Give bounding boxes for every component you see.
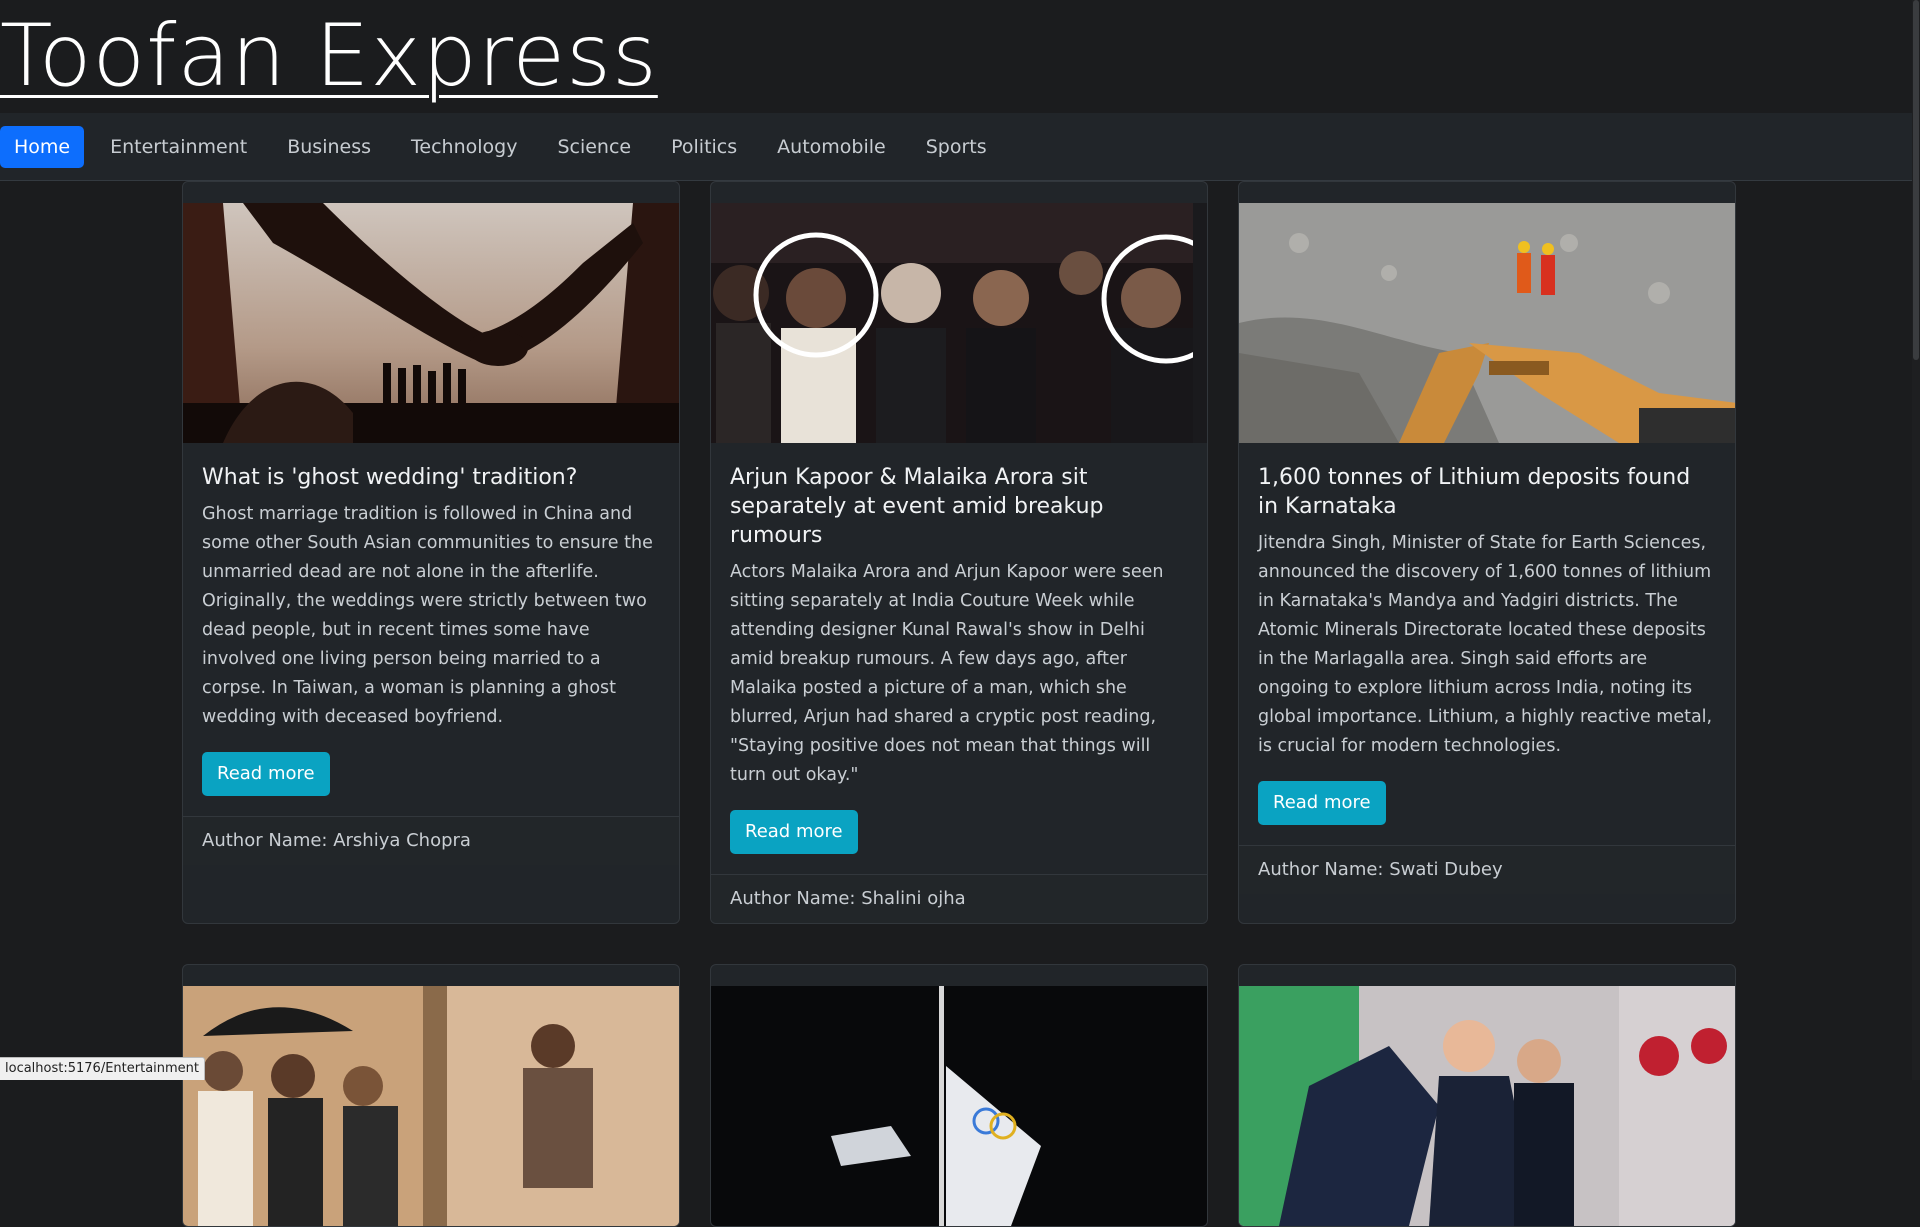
main-navbar: Home Entertainment Business Technology S…: [0, 113, 1920, 181]
nav-list: Home Entertainment Business Technology S…: [0, 113, 1920, 180]
site-title-link[interactable]: Toofan Express: [0, 6, 658, 106]
read-more-button[interactable]: Read more: [1258, 781, 1386, 825]
article-description: Ghost marriage tradition is followed in …: [202, 504, 653, 727]
status-bar-url: localhost:5176/Entertainment: [0, 1057, 206, 1080]
nav-item-automobile[interactable]: Automobile: [757, 126, 906, 168]
article-title: Arjun Kapoor & Malaika Arora sit separat…: [730, 465, 1104, 548]
read-more-button[interactable]: Read more: [730, 810, 858, 854]
article-description: Jitendra Singh, Minister of State for Ea…: [1258, 533, 1713, 756]
article-author: Author Name: Swati Dubey: [1239, 845, 1735, 894]
news-card: What is 'ghost wedding' tradition? Ghost…: [182, 181, 680, 924]
card-body: 1,600 tonnes of Lithium deposits found i…: [1239, 443, 1735, 845]
card-body: What is 'ghost wedding' tradition? Ghost…: [183, 443, 679, 816]
nav-item-technology[interactable]: Technology: [391, 126, 537, 168]
nav-item-science[interactable]: Science: [537, 126, 651, 168]
nav-item-business[interactable]: Business: [267, 126, 391, 168]
nav-item-entertainment[interactable]: Entertainment: [90, 126, 267, 168]
news-card: [1238, 964, 1736, 1227]
nav-item-sports[interactable]: Sports: [906, 126, 1007, 168]
page-scrollbar[interactable]: [1912, 0, 1920, 1080]
article-author: Author Name: Shalini ojha: [711, 874, 1207, 923]
article-description: Actors Malaika Arora and Arjun Kapoor we…: [730, 562, 1164, 785]
scrollbar-thumb[interactable]: [1913, 0, 1919, 360]
news-card: [182, 964, 680, 1227]
nav-item-politics[interactable]: Politics: [651, 126, 757, 168]
news-grid: What is 'ghost wedding' tradition? Ghost…: [182, 181, 1736, 1227]
card-body: Arjun Kapoor & Malaika Arora sit separat…: [711, 443, 1207, 874]
news-image-night-sail: [711, 986, 1207, 1226]
nav-item-home[interactable]: Home: [0, 125, 85, 168]
news-image-crowd-umbrella: [183, 986, 679, 1226]
news-card: Arjun Kapoor & Malaika Arora sit separat…: [710, 181, 1208, 924]
article-title: 1,600 tonnes of Lithium deposits found i…: [1258, 465, 1691, 519]
news-image-rally: [1239, 986, 1735, 1226]
news-image-lithium-quarry: [1239, 203, 1735, 443]
news-image-event-crowd: [711, 203, 1207, 443]
news-image-holding-hands: [183, 203, 679, 443]
news-card: [710, 964, 1208, 1227]
news-card: 1,600 tonnes of Lithium deposits found i…: [1238, 181, 1736, 924]
header: Toofan Express: [0, 0, 1920, 113]
article-author: Author Name: Arshiya Chopra: [183, 816, 679, 865]
article-title: What is 'ghost wedding' tradition?: [202, 465, 578, 490]
read-more-button[interactable]: Read more: [202, 752, 330, 796]
